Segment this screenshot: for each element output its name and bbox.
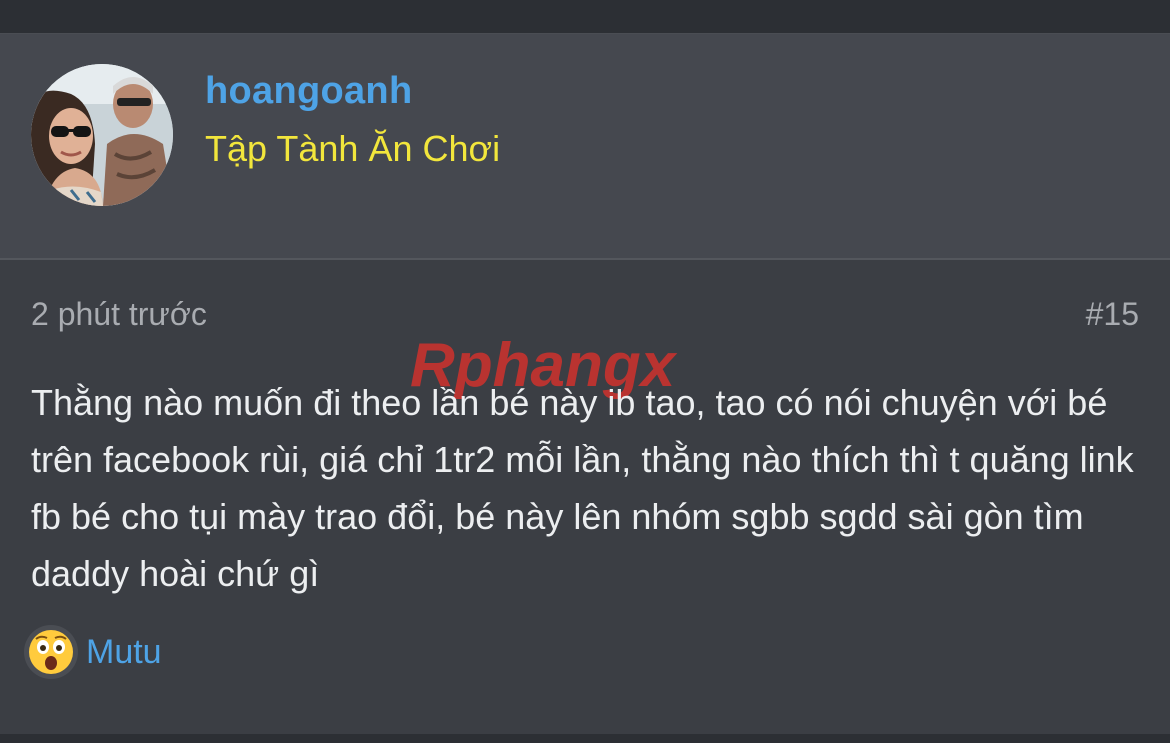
post-time[interactable]: 2 phút trước bbox=[31, 296, 207, 333]
avatar-photo-icon bbox=[31, 64, 173, 206]
post-card: hoangoanh Tập Tành Ăn Chơi 2 phút trước … bbox=[0, 33, 1170, 734]
avatar[interactable] bbox=[31, 64, 173, 206]
user-title: Tập Tành Ăn Chơi bbox=[205, 128, 501, 169]
username[interactable]: hoangoanh bbox=[205, 70, 412, 113]
reaction-user[interactable]: Mutu bbox=[86, 633, 162, 672]
reaction-bar[interactable]: Mutu bbox=[24, 624, 162, 680]
author-panel: hoangoanh Tập Tành Ăn Chơi bbox=[0, 34, 1170, 260]
post-number[interactable]: #15 bbox=[1086, 296, 1139, 333]
post-message: Thằng nào muốn đi theo lần bé này ib tao… bbox=[31, 382, 1134, 594]
astonished-face-icon[interactable] bbox=[24, 625, 78, 679]
